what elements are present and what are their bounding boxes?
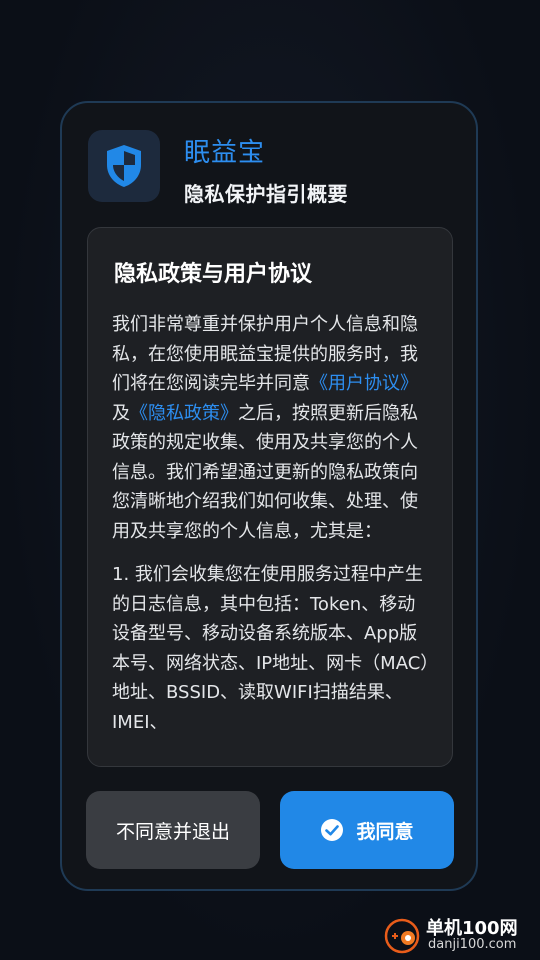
privacy-dialog: 眠益宝 隐私保护指引概要 隐私政策与用户协议 我们非常尊重并保护用户个人信息和隐… (60, 101, 478, 891)
app-name: 眠益宝 (184, 138, 266, 168)
site-watermark: 单机100网 danji100.com (384, 912, 534, 958)
agree-button[interactable]: 我同意 (280, 791, 454, 869)
user-agreement-link[interactable]: 《用户协议》 (310, 373, 418, 394)
dialog-subtitle: 隐私保护指引概要 (184, 182, 348, 206)
app-icon (88, 130, 160, 202)
policy-paragraph-2: 1. 我们会收集您在使用服务过程中产生的日志信息，其中包括：Token、移动设备… (112, 564, 430, 733)
policy-body: 我们非常尊重并保护用户个人信息和隐私，在您使用眠益宝提供的服务时，我们将在您阅读… (112, 310, 430, 751)
screen: 眠益宝 隐私保护指引概要 隐私政策与用户协议 我们非常尊重并保护用户个人信息和隐… (0, 0, 540, 960)
watermark-logo-icon (384, 918, 420, 954)
watermark-url: danji100.com (428, 937, 517, 952)
policy-paragraph-1: 我们非常尊重并保护用户个人信息和隐私，在您使用眠益宝提供的服务时，我们将在您阅读… (112, 310, 430, 546)
decline-and-exit-button[interactable]: 不同意并退出 (86, 791, 260, 869)
check-circle-icon (321, 819, 344, 841)
policy-title: 隐私政策与用户协议 (114, 262, 313, 287)
policy-text-and: 及 (112, 402, 130, 424)
shield-icon (107, 145, 141, 187)
privacy-policy-link[interactable]: 《隐私政策》 (130, 403, 238, 424)
policy-scroll-area[interactable]: 隐私政策与用户协议 我们非常尊重并保护用户个人信息和隐私，在您使用眠益宝提供的服… (87, 227, 453, 767)
agree-button-label: 我同意 (356, 820, 414, 843)
dialog-header: 眠益宝 隐私保护指引概要 (86, 130, 452, 206)
